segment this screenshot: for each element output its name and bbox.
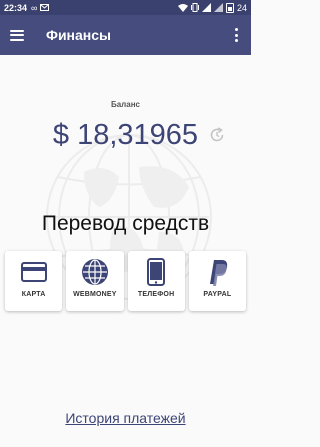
card-method-button[interactable]: КАРТА xyxy=(5,251,63,311)
page-title: Финансы xyxy=(46,27,111,43)
webmoney-icon xyxy=(80,257,110,287)
infinity-icon: ∞ xyxy=(31,2,38,13)
signal-icon-2 xyxy=(213,3,223,12)
method-label: WEBMONEY xyxy=(73,291,117,298)
mail-icon xyxy=(40,4,50,11)
battery-level: 24 xyxy=(236,2,247,13)
transfer-methods: КАРТА WEBMONEY ТЕЛЕФОН PAYPAL xyxy=(5,251,246,311)
battery-icon xyxy=(225,2,234,13)
phone-icon xyxy=(141,257,171,287)
main-content: Баланс $ 18,31965 Перевод средств КАРТА … xyxy=(0,55,251,447)
refresh-history-icon[interactable] xyxy=(208,126,226,144)
menu-icon[interactable] xyxy=(10,29,24,41)
method-label: PAYPAL xyxy=(203,291,232,298)
overflow-menu-icon[interactable] xyxy=(231,28,241,42)
card-icon xyxy=(19,257,49,287)
method-label: ТЕЛЕФОН xyxy=(137,291,175,298)
paypal-method-button[interactable]: PAYPAL xyxy=(188,251,246,311)
phone-method-button[interactable]: ТЕЛЕФОН xyxy=(127,251,185,311)
balance-label: Баланс xyxy=(110,100,140,109)
paypal-icon xyxy=(202,257,232,287)
payment-history-link[interactable]: История платежей xyxy=(0,410,251,426)
vibrate-icon xyxy=(190,3,199,12)
status-time: 22:34 xyxy=(4,2,28,13)
transfer-heading: Перевод средств xyxy=(41,212,210,235)
webmoney-method-button[interactable]: WEBMONEY xyxy=(66,251,124,311)
method-label: КАРТА xyxy=(21,291,46,298)
wifi-icon xyxy=(177,3,188,12)
signal-icon xyxy=(201,3,211,12)
status-bar: 22:34 ∞ 24 xyxy=(0,0,251,15)
app-bar: Финансы xyxy=(0,15,251,55)
